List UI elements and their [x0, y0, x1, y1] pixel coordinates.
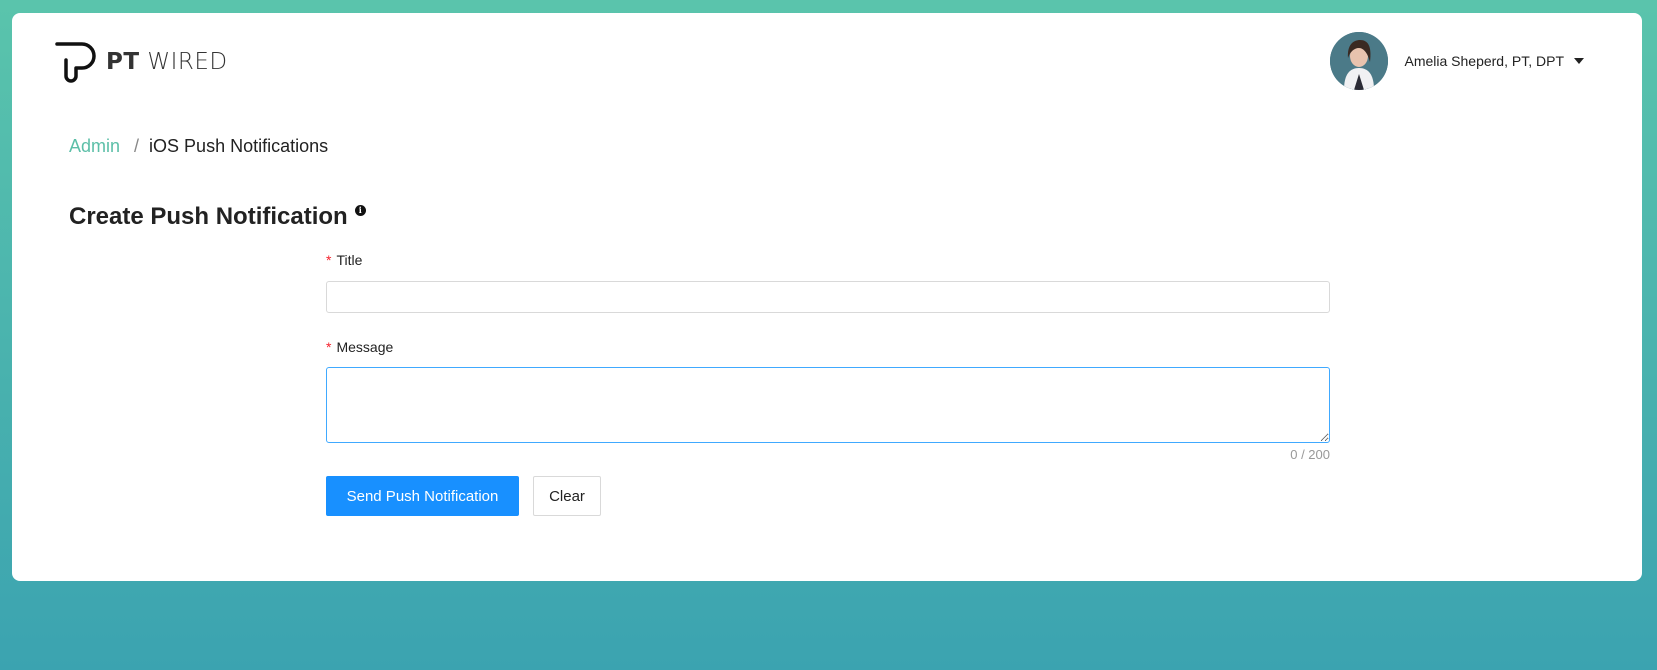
breadcrumb-separator: / [134, 136, 140, 156]
send-push-notification-button[interactable]: Send Push Notification [326, 476, 519, 516]
title-input[interactable] [326, 281, 1330, 313]
form-actions: Send Push Notification Clear [326, 476, 1330, 516]
breadcrumb: Admin / iOS Push Notifications [69, 136, 328, 157]
message-label-text: Message [336, 339, 394, 355]
title-label: * Title [326, 249, 1330, 271]
title-label-text: Title [336, 252, 363, 268]
page-title-row: Create Push Notification i [69, 203, 366, 231]
clear-button[interactable]: Clear [533, 476, 601, 516]
page-title: Create Push Notification [69, 203, 348, 230]
message-label: * Message [326, 336, 1330, 358]
breadcrumb-admin-link[interactable]: Admin [69, 136, 120, 157]
character-counter: 0 / 200 [1290, 447, 1330, 462]
avatar-image [1330, 32, 1389, 90]
message-textarea[interactable] [326, 367, 1330, 443]
info-icon[interactable]: i [354, 205, 366, 216]
logo-text-light: WIRED [147, 49, 228, 75]
avatar[interactable] [1330, 32, 1389, 90]
logo-text-bold: PT [106, 49, 140, 75]
logo-text: PT WIRED [106, 49, 228, 75]
push-notification-form: * Title * Message 0 / 200 Send Push Noti… [326, 249, 1330, 516]
main-card: PT WIRED Amelia Sheperd, PT, DPT Admin /… [12, 13, 1642, 581]
user-menu[interactable]: Amelia Sheperd, PT, DPT [1330, 32, 1584, 90]
chevron-down-icon[interactable] [1574, 58, 1584, 64]
required-marker: * [326, 252, 332, 268]
app-logo[interactable]: PT WIRED [54, 40, 228, 84]
logo-icon [55, 42, 96, 83]
required-marker: * [326, 339, 332, 355]
user-name[interactable]: Amelia Sheperd, PT, DPT [1404, 53, 1564, 69]
breadcrumb-current: iOS Push Notifications [149, 136, 329, 156]
